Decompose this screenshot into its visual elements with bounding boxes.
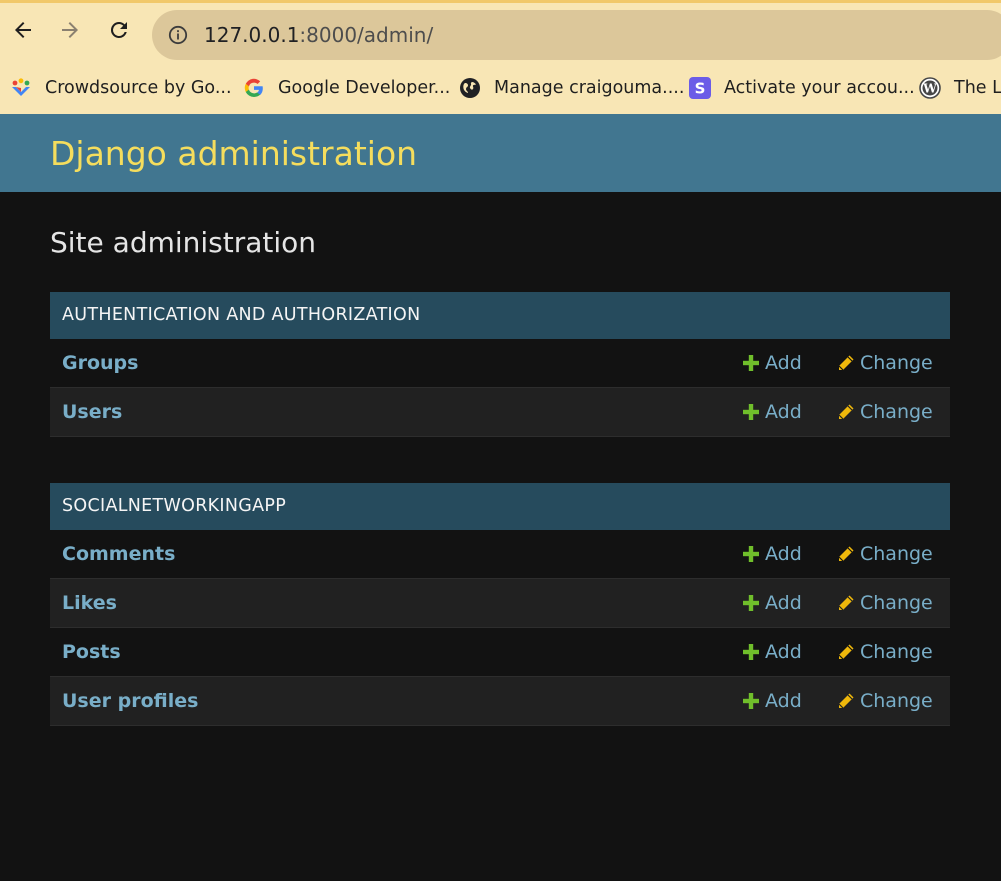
module-caption[interactable]: SOCIALNETWORKINGAPP bbox=[50, 483, 950, 530]
add-label: Add bbox=[765, 641, 802, 663]
change-label: Change bbox=[860, 690, 933, 712]
change-button[interactable]: Change bbox=[837, 641, 933, 663]
add-label: Add bbox=[765, 352, 802, 374]
model-link-groups[interactable]: Groups bbox=[62, 352, 138, 374]
table-row: Comments Add Change bbox=[50, 530, 950, 579]
plus-icon bbox=[743, 644, 759, 660]
browser-chrome: 127.0.0.1:8000/admin/ Crowdsource by Go.… bbox=[0, 0, 1001, 114]
plus-icon bbox=[743, 693, 759, 709]
change-label: Change bbox=[860, 401, 933, 423]
bookmark-label: Manage craigouma.... bbox=[494, 78, 685, 98]
svg-text:W: W bbox=[922, 82, 937, 96]
add-label: Add bbox=[765, 592, 802, 614]
plus-icon bbox=[743, 355, 759, 371]
back-button[interactable] bbox=[10, 17, 36, 43]
bookmark-label: Activate your accou... bbox=[724, 78, 915, 98]
change-button[interactable]: Change bbox=[837, 401, 933, 423]
wordpress-icon: W bbox=[919, 77, 941, 99]
back-arrow-icon bbox=[15, 22, 31, 38]
bookmark-label: Google Developer... bbox=[278, 78, 451, 98]
bookmark-label: The Lo bbox=[954, 78, 1001, 98]
crowdsource-icon bbox=[10, 77, 32, 99]
change-label: Change bbox=[860, 592, 933, 614]
site-title[interactable]: Django administration bbox=[50, 134, 417, 173]
table-row: Likes Add Change bbox=[50, 579, 950, 628]
bookmark-manage[interactable]: Manage craigouma.... bbox=[459, 73, 684, 103]
reload-icon bbox=[110, 21, 127, 38]
url-path: :8000/admin/ bbox=[299, 23, 434, 47]
pencil-icon bbox=[838, 404, 854, 420]
add-label: Add bbox=[765, 401, 802, 423]
add-label: Add bbox=[765, 690, 802, 712]
model-link-comments[interactable]: Comments bbox=[62, 543, 175, 565]
add-button[interactable]: Add bbox=[742, 352, 802, 374]
table-row: Groups Add Change bbox=[50, 339, 950, 388]
url-text[interactable]: 127.0.0.1:8000/admin/ bbox=[204, 23, 433, 47]
module-caption[interactable]: AUTHENTICATION AND AUTHORIZATION bbox=[50, 292, 950, 339]
table-row: Posts Add Change bbox=[50, 628, 950, 677]
table-row: Users Add Change bbox=[50, 388, 950, 437]
url-host: 127.0.0.1 bbox=[204, 23, 300, 47]
bookmark-label: Crowdsource by Go... bbox=[45, 78, 232, 98]
change-button[interactable]: Change bbox=[837, 543, 933, 565]
s-logo-icon: S bbox=[689, 77, 711, 99]
plus-icon bbox=[743, 404, 759, 420]
model-link-likes[interactable]: Likes bbox=[62, 592, 117, 614]
site-info-icon[interactable] bbox=[168, 25, 188, 45]
change-label: Change bbox=[860, 543, 933, 565]
add-label: Add bbox=[765, 543, 802, 565]
change-button[interactable]: Change bbox=[837, 690, 933, 712]
forward-button[interactable] bbox=[57, 17, 83, 43]
app-module-auth: AUTHENTICATION AND AUTHORIZATION Groups … bbox=[50, 292, 950, 437]
admin-header: Django administration bbox=[0, 114, 1001, 192]
pencil-icon bbox=[838, 693, 854, 709]
change-button[interactable]: Change bbox=[837, 352, 933, 374]
address-bar[interactable]: 127.0.0.1:8000/admin/ bbox=[152, 10, 1001, 60]
browser-toolbar: 127.0.0.1:8000/admin/ bbox=[0, 6, 1001, 64]
plus-icon bbox=[743, 595, 759, 611]
add-button[interactable]: Add bbox=[742, 401, 802, 423]
bookmark-google-developer[interactable]: Google Developer... bbox=[243, 73, 450, 103]
model-link-users[interactable]: Users bbox=[62, 401, 122, 423]
change-label: Change bbox=[860, 641, 933, 663]
model-link-posts[interactable]: Posts bbox=[62, 641, 121, 663]
add-button[interactable]: Add bbox=[742, 641, 802, 663]
page-title: Site administration bbox=[50, 226, 317, 259]
plus-icon bbox=[743, 546, 759, 562]
add-button[interactable]: Add bbox=[742, 592, 802, 614]
pencil-icon bbox=[838, 595, 854, 611]
pencil-icon bbox=[838, 644, 854, 660]
change-label: Change bbox=[860, 352, 933, 374]
bookmarks-bar: Crowdsource by Go... Google Developer... bbox=[0, 67, 1001, 109]
model-link-user-profiles[interactable]: User profiles bbox=[62, 690, 198, 712]
add-button[interactable]: Add bbox=[742, 543, 802, 565]
svg-text:S: S bbox=[695, 80, 706, 98]
pencil-icon bbox=[838, 546, 854, 562]
bookmark-activate[interactable]: S Activate your accou... bbox=[689, 73, 915, 103]
forward-arrow-icon bbox=[62, 22, 78, 38]
reload-button[interactable] bbox=[106, 17, 132, 43]
pencil-icon bbox=[838, 355, 854, 371]
add-button[interactable]: Add bbox=[742, 690, 802, 712]
bookmark-crowdsource[interactable]: Crowdsource by Go... bbox=[10, 73, 232, 103]
google-icon bbox=[243, 77, 265, 99]
bookmark-wordpress[interactable]: W The Lo bbox=[919, 73, 1001, 103]
table-row: User profiles Add Change bbox=[50, 677, 950, 726]
app-module-socialnetworkingapp: SOCIALNETWORKINGAPP Comments Add Change … bbox=[50, 483, 950, 726]
change-button[interactable]: Change bbox=[837, 592, 933, 614]
globe-icon bbox=[459, 77, 481, 99]
